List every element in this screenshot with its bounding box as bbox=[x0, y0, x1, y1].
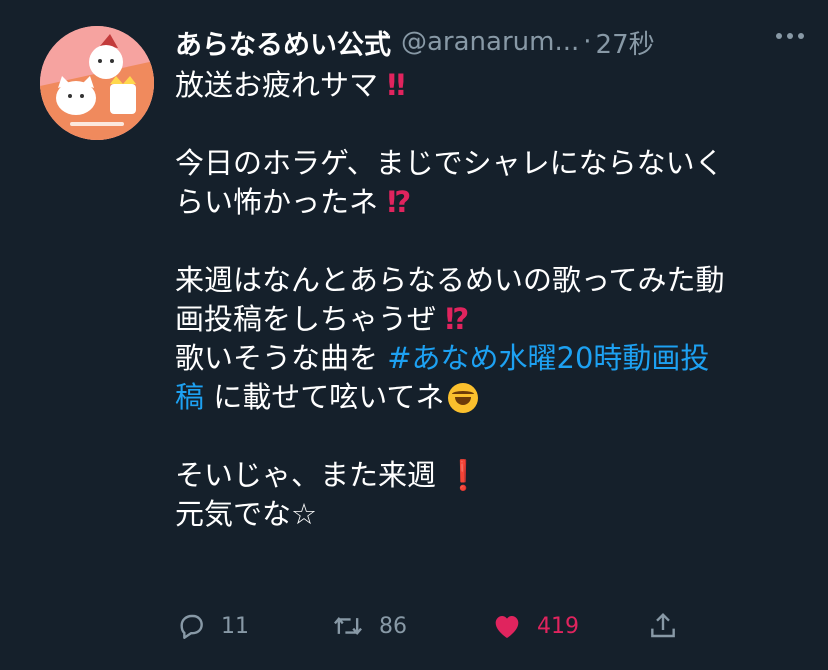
retweet-icon bbox=[334, 616, 362, 636]
reply-count: 11 bbox=[221, 613, 249, 639]
reply-button[interactable]: 11 bbox=[175, 610, 249, 642]
separator-dot: · bbox=[583, 27, 592, 57]
like-count: 419 bbox=[537, 613, 579, 639]
text-line: 来週はなんとあらなるめいの歌ってみた動 bbox=[175, 263, 725, 297]
text-line: 元気でな☆ bbox=[175, 497, 317, 531]
retweet-button[interactable]: 86 bbox=[331, 610, 407, 642]
retweet-count: 86 bbox=[379, 613, 407, 639]
display-name[interactable]: あらなるめい公式 bbox=[175, 23, 391, 62]
tweet-text: 放送お疲れサマ ‼ 今日のホラゲ、まじでシャレにならないく らい怖かったネ ⁉ … bbox=[175, 66, 795, 534]
timestamp[interactable]: 27秒 bbox=[596, 24, 655, 61]
share-button[interactable] bbox=[647, 610, 679, 642]
exclamation-question-icon: ⁉ bbox=[387, 185, 412, 219]
text-line: そいじゃ、また来週 ❗ bbox=[175, 458, 482, 492]
text-line: 画投稿をしちゃうぜ ⁉ bbox=[175, 302, 470, 336]
reply-icon bbox=[180, 614, 203, 639]
exclamation-icon: ❗ bbox=[445, 458, 482, 492]
tweet-header: あらなるめい公式 @aranarum... · 27秒 bbox=[175, 22, 808, 62]
text-line: 稿 に載せて呟いてネ bbox=[175, 378, 795, 417]
text-line: らい怖かったネ ⁉ bbox=[175, 185, 412, 219]
text-line: 今日のホラゲ、まじでシャレにならないく bbox=[175, 146, 724, 180]
like-button[interactable]: 419 bbox=[491, 610, 579, 642]
exclamation-question-icon: ⁉ bbox=[445, 302, 470, 336]
double-exclamation-icon: ‼ bbox=[387, 68, 406, 102]
user-handle[interactable]: @aranarum... bbox=[401, 27, 579, 57]
more-options-button[interactable] bbox=[776, 33, 804, 39]
text-line: 放送お疲れサマ ‼ bbox=[175, 68, 406, 102]
avatar-illustration bbox=[40, 26, 154, 140]
hashtag-link[interactable]: #あなめ水曜20時動画投 bbox=[387, 341, 709, 375]
hashtag-link-continued[interactable]: 稿 bbox=[175, 380, 204, 414]
more-icon bbox=[776, 33, 782, 39]
laughing-emoji-icon bbox=[448, 383, 479, 413]
avatar[interactable] bbox=[40, 26, 154, 140]
heart-icon bbox=[495, 616, 519, 638]
text-line: 歌いそうな曲を #あなめ水曜20時動画投 bbox=[175, 341, 710, 375]
tweet-actions: 11 86 419 bbox=[175, 610, 695, 650]
share-icon bbox=[651, 612, 675, 638]
